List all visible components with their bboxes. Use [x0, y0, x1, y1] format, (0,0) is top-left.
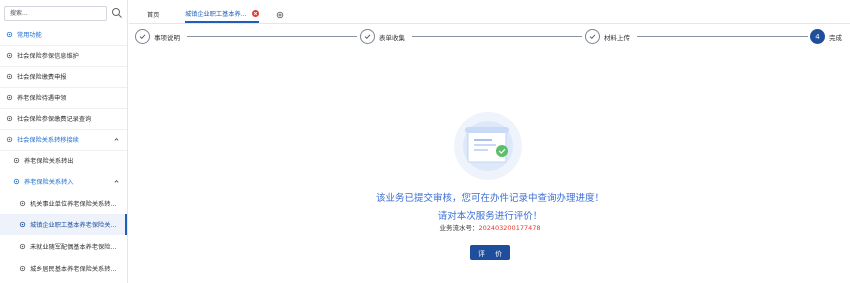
gear-icon — [19, 265, 26, 272]
sidebar: 常用功能 社会保险参保信息维护 社会保险缴费申报 养老保险待遇申领 社会保险参保… — [0, 0, 128, 283]
gear-icon — [6, 115, 13, 122]
close-icon[interactable] — [251, 10, 259, 17]
step-done-icon — [135, 29, 150, 44]
sidebar-item-label: 社会保险参保信息维护 — [17, 53, 79, 60]
tab-label: 城镇企业职工基本养... — [185, 11, 247, 18]
sidebar-item-pension-claim[interactable]: 养老保险待遇申领 — [0, 87, 127, 108]
step-label: 表单收集 — [379, 34, 405, 42]
sidebar-item-government-unit-transfer[interactable]: 机关事业单位养老保险关系转... — [0, 193, 127, 214]
step-connector — [412, 36, 582, 37]
tab-label: 首页 — [147, 12, 160, 19]
sidebar-item-payment-declaration[interactable]: 社会保险缴费申报 — [0, 66, 127, 87]
sidebar-item-label: 养老保险关系转出 — [24, 158, 74, 165]
rate-button[interactable]: 评 价 — [470, 245, 510, 260]
step-label: 事项说明 — [154, 34, 180, 42]
success-message: 该业务已提交审核，您可在办件记录中查询办理进度！ — [375, 193, 604, 204]
chevron-up-icon — [114, 138, 119, 141]
search-input[interactable] — [4, 6, 107, 21]
sidebar-item-label: 养老保险待遇申领 — [17, 95, 67, 102]
serial-number: 业务流水号：2024032001774​78 — [300, 222, 680, 232]
step-current-number: 4 — [810, 29, 825, 44]
chevron-up-icon — [114, 180, 119, 183]
sidebar-item-label: 养老保险关系转入 — [24, 179, 74, 186]
step-connector — [637, 36, 808, 37]
sidebar-item-label: 常用功能 — [17, 32, 42, 39]
sidebar-item-common[interactable]: 常用功能 — [0, 24, 127, 45]
sidebar-item-label: 社会保险参保缴费记录查询 — [17, 116, 92, 123]
gear-icon — [13, 157, 20, 164]
step-label: 材料上传 — [604, 34, 630, 42]
search-box — [4, 6, 124, 21]
settings-icon[interactable] — [276, 11, 284, 19]
sidebar-item-label: 社会保险缴费申报 — [17, 74, 67, 81]
gear-icon — [6, 31, 13, 38]
sidebar-item-label: 城乡居民基本养老保险关系转... — [30, 266, 117, 273]
gear-icon — [19, 243, 26, 250]
document-approved-illustration — [454, 112, 522, 180]
sidebar-item-military-spouse-transfer[interactable]: 未就业随军配偶基本养老保险... — [0, 236, 127, 257]
serial-label: 业务流水号： — [439, 224, 479, 232]
sidebar-item-label: 机关事业单位养老保险关系转... — [30, 201, 117, 208]
sidebar-item-insurance-info[interactable]: 社会保险参保信息维护 — [0, 45, 127, 66]
gear-icon — [6, 73, 13, 80]
gear-icon — [19, 221, 26, 228]
step-connector — [187, 36, 357, 37]
sidebar-item-pension-transfer-in[interactable]: 养老保险关系转入 — [0, 171, 127, 192]
serial-value: 2024032001774​78 — [478, 224, 541, 232]
sidebar-item-rural-resident-transfer[interactable]: 城乡居民基本养老保险关系转... — [0, 258, 127, 279]
search-icon[interactable] — [111, 7, 123, 19]
sidebar-item-label: 城镇企业职工基本养老保险关... — [30, 222, 117, 229]
rating-prompt: 请对本次服务进行评价！ — [437, 211, 543, 222]
sidebar-item-transfer[interactable]: 社会保险关系转移接续 — [0, 129, 127, 150]
gear-icon — [6, 94, 13, 101]
tab-urban-employee[interactable]: 城镇企业职工基本养... — [185, 6, 259, 23]
gear-icon — [6, 52, 13, 59]
gear-icon — [13, 178, 20, 185]
sidebar-item-payment-records[interactable]: 社会保险参保缴费记录查询 — [0, 108, 127, 129]
gear-icon — [19, 200, 26, 207]
sidebar-item-label: 未就业随军配偶基本养老保险... — [30, 244, 117, 251]
sidebar-item-pension-transfer-out[interactable]: 养老保险关系转出 — [0, 150, 127, 171]
step-done-icon — [360, 29, 375, 44]
sidebar-item-urban-employee-transfer[interactable]: 城镇企业职工基本养老保险关... — [0, 214, 127, 235]
gear-icon — [6, 136, 13, 143]
step-label: 完成 — [829, 34, 842, 42]
tab-home[interactable]: 首页 — [147, 6, 159, 23]
step-done-icon — [585, 29, 600, 44]
sidebar-item-label: 社会保险关系转移接续 — [17, 137, 79, 144]
progress-stepper: 事项说明 表单收集 材料上传 4 完成 — [129, 24, 850, 50]
